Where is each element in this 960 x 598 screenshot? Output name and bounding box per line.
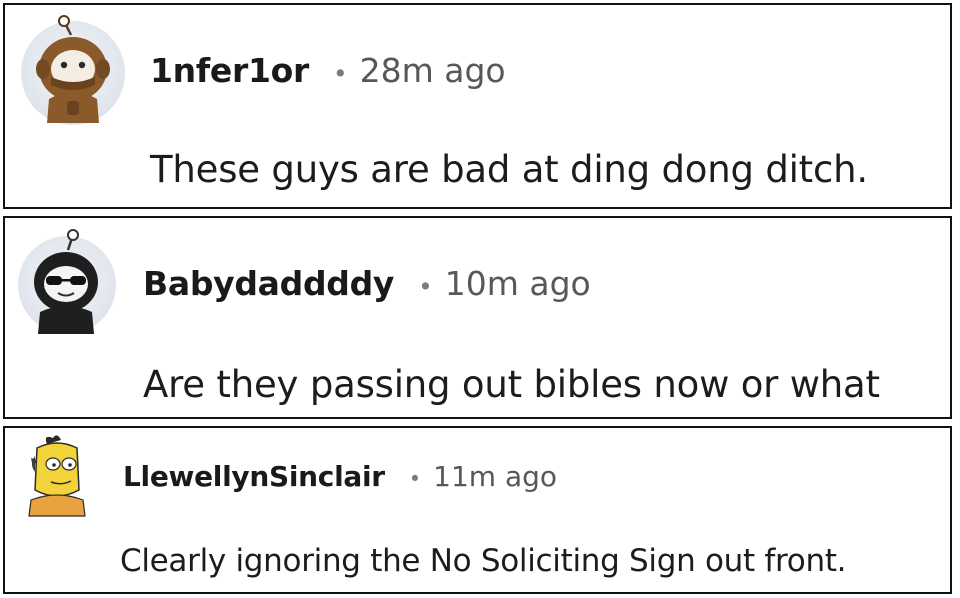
- comment-body: These guys are bad at ding dong ditch.: [150, 148, 868, 191]
- comment-body: Clearly ignoring the No Soliciting Sign …: [120, 543, 847, 579]
- comment-meta: Babydaddddy • 10m ago: [143, 264, 591, 303]
- comment-card: 1nfer1or • 28m ago These guys are bad at…: [3, 3, 952, 209]
- username-link[interactable]: Babydaddddy: [143, 264, 394, 303]
- meta-separator: •: [332, 59, 348, 88]
- comment-meta: LlewellynSinclair • 11m ago: [123, 460, 557, 493]
- meta-separator: •: [418, 272, 433, 301]
- timestamp[interactable]: 10m ago: [445, 264, 591, 303]
- comment-card: Babydaddddy • 10m ago Are they passing o…: [3, 216, 952, 419]
- comment-meta: 1nfer1or • 28m ago: [150, 51, 506, 90]
- username-link[interactable]: LlewellynSinclair: [123, 460, 385, 493]
- meta-separator: •: [408, 467, 422, 491]
- yellow-cartoon-avatar-icon[interactable]: [23, 434, 91, 524]
- username-link[interactable]: 1nfer1or: [150, 51, 309, 90]
- comment-body: Are they passing out bibles now or what: [143, 363, 880, 406]
- comment-card: LlewellynSinclair • 11m ago Clearly igno…: [3, 426, 952, 594]
- timestamp[interactable]: 28m ago: [360, 51, 506, 90]
- snoo-brown-hood-avatar-icon[interactable]: [21, 15, 125, 125]
- timestamp[interactable]: 11m ago: [433, 460, 557, 493]
- snoo-sunglasses-avatar-icon[interactable]: [18, 229, 116, 334]
